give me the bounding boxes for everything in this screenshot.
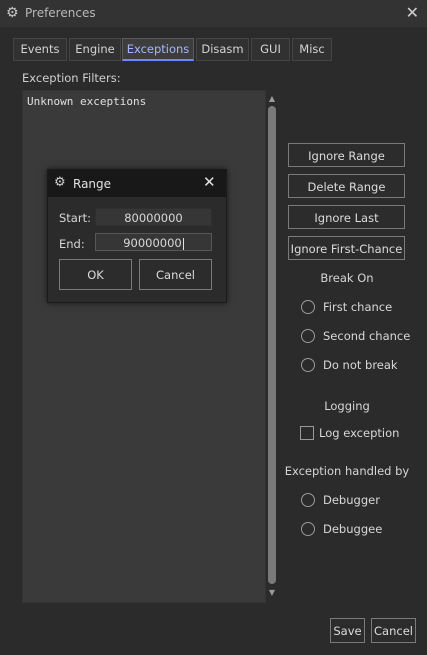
tab-events[interactable]: Events — [13, 38, 67, 61]
tab-engine[interactable]: Engine — [69, 38, 121, 61]
radio-label: Debuggee — [323, 522, 383, 536]
window-title: Preferences — [25, 6, 96, 20]
radio-button[interactable] — [301, 522, 315, 536]
scroll-up-icon[interactable]: ▲ — [266, 94, 278, 103]
dialog-title-bar: ⚙ Range ✕ — [48, 170, 226, 197]
radio-label: First chance — [323, 300, 393, 314]
text-caret — [182, 237, 184, 250]
log-exception-checkbox[interactable] — [300, 426, 314, 440]
tab-disasm[interactable]: Disasm — [196, 38, 249, 61]
break-on-title: Break On — [320, 271, 374, 285]
start-label: Start: — [59, 211, 91, 225]
start-value: 80000000 — [124, 211, 183, 225]
radio-button[interactable] — [301, 329, 315, 343]
radio-label: Do not break — [323, 358, 398, 372]
tab-misc[interactable]: Misc — [292, 38, 332, 61]
cancel-button[interactable]: Cancel — [371, 618, 416, 643]
exception-filters-label: Exception Filters: — [22, 71, 121, 85]
ok-button[interactable]: OK — [59, 259, 132, 290]
end-label: End: — [59, 237, 85, 251]
exception-filters-list[interactable]: Unknown exceptions — [22, 90, 266, 603]
logging-title: Logging — [324, 399, 370, 413]
radio-button[interactable] — [301, 300, 315, 314]
end-field[interactable]: 90000000 — [95, 233, 212, 251]
start-field[interactable]: 80000000 — [95, 208, 212, 226]
ignore-last-button[interactable]: Ignore Last — [288, 205, 405, 229]
end-value: 90000000 — [123, 236, 182, 250]
save-button[interactable]: Save — [330, 618, 365, 643]
radio-button[interactable] — [301, 493, 315, 507]
close-icon[interactable]: ✕ — [203, 173, 216, 191]
tab-exceptions[interactable]: Exceptions — [122, 38, 194, 61]
scroll-down-icon[interactable]: ▼ — [266, 588, 278, 597]
dialog-cancel-button[interactable]: Cancel — [139, 259, 212, 290]
ignore-range-button[interactable]: Ignore Range — [288, 143, 405, 167]
radio-label: Debugger — [323, 493, 380, 507]
handled-by-title: Exception handled by — [284, 464, 410, 478]
tab-gui[interactable]: GUI — [251, 38, 290, 61]
radio-label: Second chance — [323, 329, 411, 343]
scrollbar[interactable]: ▲ ▼ — [266, 94, 278, 599]
checkbox-label: Log exception — [319, 426, 400, 440]
list-item[interactable]: Unknown exceptions — [27, 95, 146, 108]
title-bar: ⚙ Preferences ✕ — [0, 0, 427, 27]
dialog-title: Range — [73, 177, 112, 191]
ignore-first-chance-button[interactable]: Ignore First-Chance — [288, 236, 405, 260]
radio-button[interactable] — [301, 358, 315, 372]
close-icon[interactable]: ✕ — [406, 3, 419, 22]
gear-icon: ⚙ — [6, 5, 19, 21]
range-dialog: ⚙ Range ✕ Start: 80000000 End: 90000000 … — [47, 169, 227, 303]
scroll-thumb[interactable] — [268, 106, 276, 584]
delete-range-button[interactable]: Delete Range — [288, 174, 405, 198]
gear-icon: ⚙ — [54, 175, 66, 190]
